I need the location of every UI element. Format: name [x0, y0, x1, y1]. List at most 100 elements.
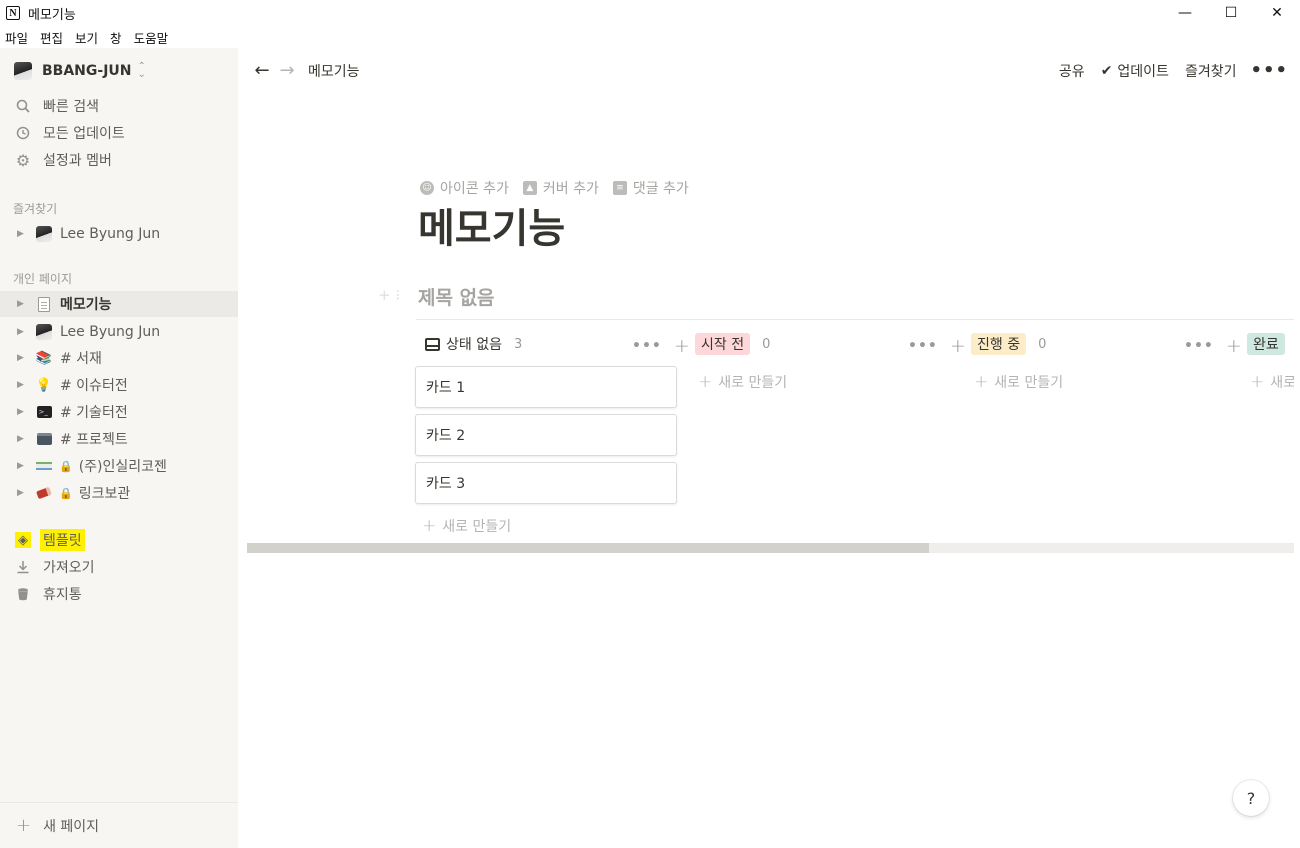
- drag-handle-icon[interactable]: + ⁝: [378, 286, 400, 304]
- board-view-title[interactable]: 제목 없음: [418, 283, 495, 310]
- board-column-not-started: 시작 전 0 ••• +: [695, 330, 966, 358]
- sidebar-item-lee-byung-jun[interactable]: ▶ Lee Byung Jun: [0, 319, 238, 345]
- terminal-icon: >_: [35, 404, 53, 420]
- board-card[interactable]: 카드 2: [415, 414, 677, 456]
- sidebar-item-all-updates[interactable]: 모든 업데이트: [0, 120, 238, 146]
- expand-triangle-icon[interactable]: ▶: [17, 461, 27, 471]
- column-name: 상태 없음: [446, 337, 502, 353]
- sidebar-item-insilicogen[interactable]: ▶ 🔒 (주)인실리코젠: [0, 453, 238, 479]
- minimize-button[interactable]: —: [1162, 0, 1208, 26]
- menu-help[interactable]: 도움말: [134, 28, 169, 47]
- board-column-done: 완료: [1247, 330, 1294, 358]
- add-comment-label: 댓글 추가: [632, 181, 689, 197]
- close-button[interactable]: ✕: [1254, 0, 1300, 26]
- sidebar-item-templates[interactable]: ◈ 템플릿: [0, 527, 238, 553]
- gear-icon: ⚙: [15, 150, 31, 170]
- plus-icon[interactable]: +: [1226, 335, 1242, 357]
- books-icon: 📚: [35, 350, 53, 366]
- plus-icon: +: [16, 815, 32, 836]
- sidebar-item-library[interactable]: ▶ 📚 # 서재: [0, 345, 238, 371]
- expand-triangle-icon[interactable]: ▶: [17, 488, 27, 498]
- board-column-in-progress: 진행 중 0 ••• +: [971, 330, 1242, 358]
- workspace-switcher[interactable]: BBANG-JUN ⌃ ⌄: [14, 62, 146, 80]
- page-label: 링크보관: [78, 486, 131, 502]
- favorites-heading: 즐겨찾기: [13, 202, 58, 216]
- workspace-avatar: [14, 62, 32, 80]
- more-options-icon[interactable]: •••: [632, 338, 662, 354]
- new-card-button[interactable]: + 새로: [1250, 372, 1294, 392]
- search-icon: [15, 98, 31, 114]
- breadcrumb[interactable]: 메모기능: [308, 61, 360, 81]
- expand-triangle-icon[interactable]: ▶: [17, 299, 27, 309]
- expand-triangle-icon[interactable]: ▶: [17, 380, 27, 390]
- sidebar-item-settings[interactable]: ⚙ 설정과 멤버: [0, 147, 238, 173]
- lock-icon: 🔒: [59, 459, 73, 473]
- sidebar-item-tech[interactable]: ▶ >_ # 기술터전: [0, 399, 238, 425]
- sidebar-item-quick-search[interactable]: 빠른 검색: [0, 93, 238, 119]
- new-card-label: 새로 만들기: [442, 519, 512, 535]
- sidebar-item-trash[interactable]: 휴지통: [0, 581, 238, 607]
- sidebar-item-memo[interactable]: ▶ 메모기능: [0, 291, 238, 317]
- add-icon-button[interactable]: ☺ 아이콘 추가: [420, 178, 509, 198]
- column-tag: 시작 전: [695, 333, 751, 355]
- new-page-button[interactable]: + 새 페이지: [0, 802, 238, 848]
- sidebar-item-import[interactable]: 가져오기: [0, 554, 238, 580]
- more-options-icon[interactable]: •••: [1250, 60, 1288, 81]
- column-count: 0: [1038, 336, 1047, 352]
- chevron-updown-icon: ⌃ ⌄: [137, 61, 146, 80]
- column-header[interactable]: 완료: [1247, 330, 1294, 358]
- expand-triangle-icon[interactable]: ▶: [17, 353, 27, 363]
- sidebar-item-favorite-lee-byung-jun[interactable]: ▶ Lee Byung Jun: [0, 221, 238, 247]
- more-options-icon[interactable]: •••: [908, 338, 938, 354]
- add-comment-button[interactable]: ≡ 댓글 추가: [612, 178, 689, 198]
- add-cover-label: 커버 추가: [542, 181, 599, 197]
- board-divider: [416, 319, 1294, 320]
- menu-edit[interactable]: 편집: [40, 28, 63, 47]
- help-button[interactable]: ?: [1233, 780, 1269, 816]
- back-arrow-icon[interactable]: ←: [251, 60, 273, 81]
- column-tools: ••• +: [632, 335, 690, 357]
- new-card-button[interactable]: + 새로 만들기: [422, 516, 511, 536]
- board-card[interactable]: 카드 1: [415, 366, 677, 408]
- page-title[interactable]: 메모기능: [418, 204, 565, 254]
- sidebar-item-issues[interactable]: ▶ 💡 # 이슈터전: [0, 372, 238, 398]
- sidebar-item-link-archive[interactable]: ▶ 🔒 링크보관: [0, 480, 238, 506]
- menu-window[interactable]: 창: [110, 28, 122, 47]
- scrollbar-thumb[interactable]: [247, 543, 929, 553]
- expand-triangle-icon[interactable]: ▶: [17, 407, 27, 417]
- plus-icon[interactable]: +: [674, 335, 690, 357]
- document-icon: [35, 296, 53, 312]
- share-button[interactable]: 공유: [1059, 61, 1085, 81]
- workspace-name: BBANG-JUN: [42, 63, 132, 79]
- lock-icon: 🔒: [59, 486, 73, 500]
- favorite-button[interactable]: 즐겨찾기: [1185, 61, 1237, 81]
- comment-icon: ≡: [612, 181, 627, 195]
- new-page-label: 새 페이지: [43, 818, 100, 835]
- updates-button[interactable]: ✔ 업데이트: [1101, 61, 1169, 81]
- new-card-button[interactable]: + 새로 만들기: [974, 372, 1063, 392]
- inbox-icon: [425, 337, 440, 351]
- maximize-button[interactable]: ☐: [1208, 0, 1254, 26]
- forward-arrow-icon[interactable]: →: [276, 60, 298, 81]
- new-card-button[interactable]: + 새로 만들기: [698, 372, 787, 392]
- menu-file[interactable]: 파일: [5, 28, 28, 47]
- card-title: 카드 1: [426, 380, 466, 396]
- expand-triangle-icon[interactable]: ▶: [17, 327, 27, 337]
- expand-triangle-icon[interactable]: ▶: [17, 434, 27, 444]
- menu-view[interactable]: 보기: [75, 28, 98, 47]
- top-bar: ← → 메모기능 공유 ✔ 업데이트 즐겨찾기 •••: [238, 48, 1300, 93]
- clock-icon: [15, 125, 31, 141]
- sidebar-item-project[interactable]: ▶ # 프로젝트: [0, 426, 238, 452]
- plus-icon[interactable]: +: [950, 335, 966, 357]
- page-label: Lee Byung Jun: [60, 226, 161, 242]
- notion-logo-icon: N: [6, 6, 20, 20]
- expand-triangle-icon[interactable]: ▶: [17, 229, 27, 239]
- sidebar-item-label: 템플릿: [40, 529, 85, 551]
- board-card[interactable]: 카드 3: [415, 462, 677, 504]
- eraser-icon: [35, 485, 53, 501]
- avatar: [35, 324, 53, 340]
- page-label: # 서재: [60, 351, 102, 367]
- add-cover-button[interactable]: ▲ 커버 추가: [522, 178, 599, 198]
- more-options-icon[interactable]: •••: [1184, 338, 1214, 354]
- sidebar-item-label: 설정과 멤버: [43, 153, 112, 169]
